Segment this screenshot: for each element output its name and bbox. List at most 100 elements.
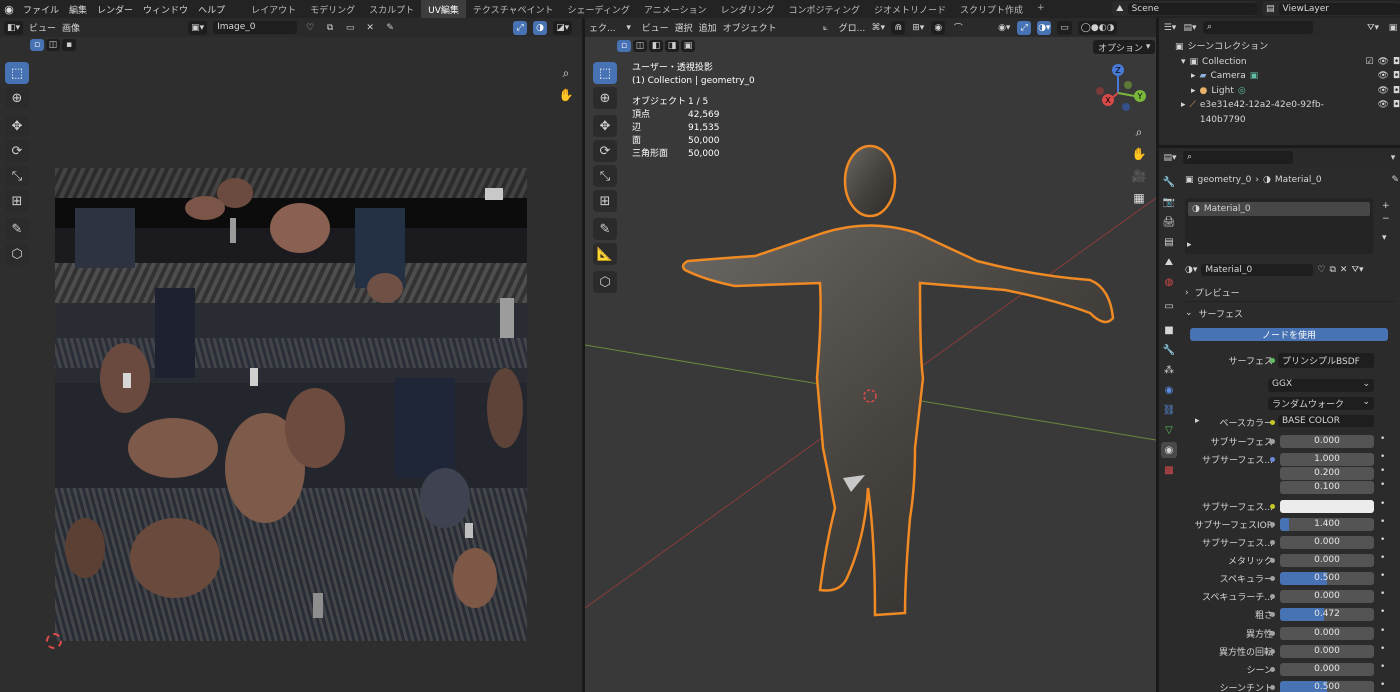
tab-animation[interactable]: アニメーション [637, 0, 714, 18]
eye-icon[interactable]: 👁 [1377, 98, 1388, 127]
property-value-field[interactable]: 0.000 [1280, 536, 1374, 549]
modifier-tab-icon[interactable]: 🔧 [1161, 342, 1177, 358]
material-tab-icon[interactable]: ◉ [1161, 442, 1177, 458]
fake-user-icon[interactable]: ♡ [1317, 265, 1325, 275]
outliner-type-icon[interactable]: ☰▾ [1163, 21, 1177, 35]
uv-select-edge-icon[interactable]: ◫ [46, 39, 60, 51]
duplicate-image-icon[interactable]: ⧉ [323, 21, 337, 35]
constraints-tab-icon[interactable]: ⛓ [1161, 402, 1177, 418]
new-collection-icon[interactable]: ▣ [1386, 21, 1400, 35]
keyframe-dot-icon[interactable]: • [1380, 466, 1385, 476]
uv-select-vertex-icon[interactable]: ▫ [30, 39, 44, 51]
keyframe-dot-icon[interactable]: • [1380, 589, 1385, 599]
render-tab-icon[interactable]: 📷 [1161, 194, 1177, 210]
uv-menu-image[interactable]: 画像 [62, 21, 80, 34]
blender-logo-icon[interactable]: ◉ [0, 0, 18, 18]
keyframe-dot-icon[interactable]: • [1380, 480, 1385, 490]
eye-icon[interactable]: 👁 [1377, 69, 1388, 84]
outliner-item[interactable]: ▸ ● Light ◎ 👁 ◘ [1175, 84, 1400, 99]
cursor-icon[interactable]: ⊕ [5, 87, 29, 109]
vp-add-cube-icon[interactable]: ⬡ [593, 271, 617, 293]
tab-uv-editing[interactable]: UV編集 [421, 0, 466, 18]
scene-selector[interactable]: ⛰ Scene [1112, 1, 1257, 16]
object-tab-icon[interactable]: ■ [1161, 322, 1177, 338]
chevron-right-icon[interactable]: ▸ [1195, 416, 1200, 426]
filter-icon[interactable]: ⛛▾ [1366, 21, 1380, 35]
tab-modeling[interactable]: モデリング [303, 0, 362, 18]
view-layer-name[interactable]: ViewLayer [1278, 2, 1400, 15]
image-name-field[interactable]: Image_0 [213, 21, 298, 34]
scene-tab-icon[interactable]: ⛰ [1161, 254, 1177, 270]
preview-panel-header[interactable]: › プレビュー [1185, 284, 1395, 302]
uv-display-mode-icon[interactable]: ◪▾ [553, 20, 573, 35]
tab-rendering[interactable]: レンダリング [714, 0, 782, 18]
property-value-field[interactable] [1280, 500, 1374, 513]
subsurface-method-dropdown[interactable]: ランダムウォーク ⌄ [1268, 397, 1374, 410]
vp-scale-icon[interactable]: ⤡ [593, 165, 617, 187]
material-selector[interactable]: ◑▾ Material_0 ♡ ⧉ ✕ ⛛▾ [1185, 262, 1399, 277]
property-value-field[interactable]: 0.500 [1280, 572, 1374, 585]
add-workspace-icon[interactable]: + [1030, 0, 1052, 18]
outliner-item[interactable]: ▾ ▣ Collection ☑ 👁 ◘ [1175, 55, 1400, 70]
property-value-field[interactable]: 0.500 [1280, 681, 1374, 692]
pin-icon[interactable]: ✎ [1391, 175, 1399, 185]
texture-tab-icon[interactable]: ▩ [1161, 462, 1177, 478]
vp-measure-icon[interactable]: 📐 [593, 243, 617, 265]
scene-name[interactable]: Scene [1127, 2, 1257, 15]
uv-overlay-icon[interactable]: ◑ [533, 20, 548, 35]
keyframe-dot-icon[interactable]: • [1380, 452, 1385, 462]
outliner-search[interactable]: ⌕ [1203, 21, 1313, 34]
property-value-field[interactable]: 0.000 [1280, 627, 1374, 640]
menu-edit[interactable]: 編集 [64, 3, 92, 16]
collection-tab-icon[interactable]: ▭ [1161, 298, 1177, 314]
vp-move-icon[interactable]: ✥ [593, 115, 617, 137]
keyframe-dot-icon[interactable]: • [1380, 434, 1385, 444]
tab-geometry-nodes[interactable]: ジオメトリノード [867, 0, 953, 18]
image-browse-icon[interactable]: ▣▾ [188, 20, 208, 35]
keyframe-dot-icon[interactable]: • [1380, 517, 1385, 527]
chevron-down-icon[interactable]: ▾ [1386, 151, 1400, 165]
chevron-right-icon[interactable]: ▸ [1187, 240, 1192, 250]
editor-type-icon[interactable]: ◧▾ [4, 20, 24, 35]
move-icon[interactable]: ✥ [5, 115, 29, 137]
surface-panel-header[interactable]: ⌄ サーフェス [1185, 304, 1395, 322]
use-nodes-button[interactable]: ノードを使用 [1190, 328, 1388, 341]
property-value-field[interactable]: 0.100 [1280, 481, 1374, 494]
property-value-field[interactable]: 0.000 [1280, 435, 1374, 448]
tab-sculpt[interactable]: スカルプト [362, 0, 421, 18]
menu-help[interactable]: ヘルプ [193, 3, 230, 16]
navigation-gizmo[interactable]: Z Y X [1088, 63, 1148, 123]
property-value-field[interactable]: 0.000 [1280, 590, 1374, 603]
keyframe-dot-icon[interactable]: • [1380, 553, 1385, 563]
data-tab-icon[interactable]: ▽ [1161, 422, 1177, 438]
keyframe-dot-icon[interactable]: • [1380, 535, 1385, 545]
property-value-field[interactable]: 1.000 [1280, 453, 1374, 466]
base-color-value[interactable]: BASE COLOR [1278, 415, 1374, 427]
property-value-field[interactable]: 0.000 [1280, 645, 1374, 658]
uv-pan-icon[interactable]: ✋ [556, 85, 576, 105]
material-slot[interactable]: ◑ Material_0 [1188, 202, 1370, 216]
menu-file[interactable]: ファイル [18, 3, 64, 16]
unlink-material-icon[interactable]: ✕ [1340, 265, 1348, 275]
scale-icon[interactable]: ⤡ [5, 165, 29, 187]
checkbox-icon[interactable]: ☑ [1365, 55, 1373, 70]
physics-tab-icon[interactable]: ◉ [1161, 382, 1177, 398]
outliner-item[interactable]: ▸ ⟋ e3e31e42-12a2-42e0-92fb-140b7790 👁 ◘ [1175, 98, 1400, 127]
open-image-icon[interactable]: ▭ [343, 21, 357, 35]
surface-shader-value[interactable]: プリンシプルBSDF [1278, 353, 1374, 368]
properties-search[interactable]: ⌕ [1183, 151, 1293, 164]
distribution-dropdown[interactable]: GGX ⌄ [1268, 379, 1374, 392]
output-tab-icon[interactable]: 🖨 [1161, 214, 1177, 230]
vp-pan-icon[interactable]: ✋ [1129, 144, 1149, 164]
keyframe-dot-icon[interactable]: • [1380, 607, 1385, 617]
camera-render-icon[interactable]: ◘ [1393, 55, 1400, 70]
material-slot-list[interactable]: ◑ Material_0 [1185, 198, 1373, 254]
uv-zoom-icon[interactable]: ⌕ [556, 63, 576, 83]
property-value-field[interactable]: 0.000 [1280, 663, 1374, 676]
vp-transform-icon[interactable]: ⊞ [593, 190, 617, 212]
fake-user-icon[interactable]: ♡ [303, 21, 317, 35]
chevron-down-icon[interactable]: ▾ [1181, 55, 1186, 70]
world-tab-icon[interactable]: ◍ [1161, 274, 1177, 290]
select-box-icon[interactable]: ⬚ [5, 62, 29, 84]
view-layer-selector[interactable]: ▤ ViewLayer [1262, 1, 1400, 16]
